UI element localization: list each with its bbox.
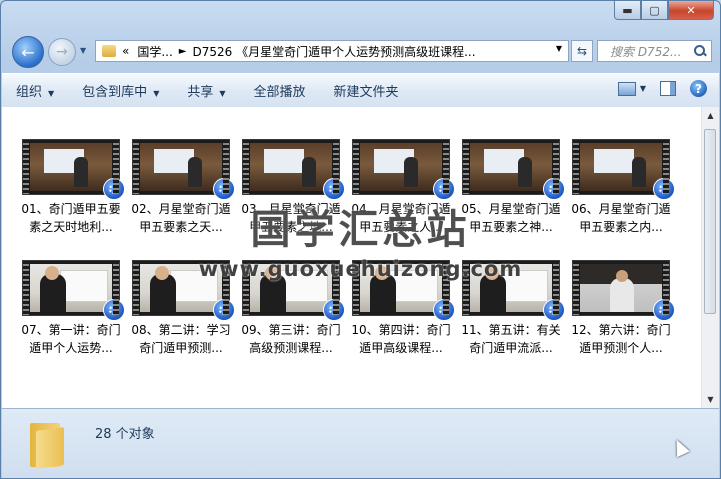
folder-icon xyxy=(30,423,64,469)
video-thumbnail[interactable] xyxy=(242,139,345,200)
explorer-window: ▬ ▢ ✕ ← → ▼ « 国学... ► D7526 《月星堂奇门遁甲个人运势… xyxy=(0,0,721,479)
media-player-icon xyxy=(323,178,345,200)
address-bar[interactable]: « 国学... ► D7526 《月星堂奇门遁甲个人运势预测高级班课程... ▼ xyxy=(95,40,569,62)
media-player-icon xyxy=(323,299,345,321)
video-thumbnail[interactable] xyxy=(242,260,345,321)
file-name: 03、月星堂奇门遁甲五要素之地... xyxy=(241,202,341,234)
file-name: 04、月星堂奇门遁甲五要素之人... xyxy=(351,202,451,234)
organize-label: 组织 xyxy=(16,85,43,100)
media-player-icon xyxy=(433,299,455,321)
maximize-button[interactable]: ▢ xyxy=(641,1,668,20)
file-name: 05、月星堂奇门遁甲五要素之神... xyxy=(461,202,561,234)
file-item[interactable]: 09、第三讲：奇门高级预测课程... xyxy=(236,260,346,357)
video-thumbnail[interactable] xyxy=(352,139,455,200)
item-count: 28 个对象 xyxy=(95,427,155,442)
video-thumbnail[interactable] xyxy=(132,139,235,200)
video-thumbnail[interactable] xyxy=(132,260,235,321)
file-name: 11、第五讲：有关奇门遁甲流派... xyxy=(461,323,561,355)
video-thumbnail[interactable] xyxy=(352,260,455,321)
file-name: 09、第三讲：奇门高级预测课程... xyxy=(241,323,341,355)
close-button[interactable]: ✕ xyxy=(668,1,714,20)
details-pane: 28 个对象 xyxy=(2,408,719,478)
folder-icon xyxy=(102,45,116,57)
file-item[interactable]: 11、第五讲：有关奇门遁甲流派... xyxy=(456,260,566,357)
media-player-icon xyxy=(103,178,125,200)
search-box[interactable]: 搜索 D752... xyxy=(597,40,712,62)
media-player-icon xyxy=(653,299,675,321)
play-all-button[interactable]: 全部播放 xyxy=(240,81,320,100)
history-dropdown-icon[interactable]: ▼ xyxy=(80,46,86,55)
video-thumbnail[interactable] xyxy=(22,139,125,200)
minimize-button[interactable]: ▬ xyxy=(614,1,641,20)
video-thumbnail[interactable] xyxy=(572,260,675,321)
file-item[interactable]: 03、月星堂奇门遁甲五要素之地... xyxy=(236,139,346,236)
search-input[interactable]: 搜索 D752... xyxy=(598,43,693,60)
share-label: 共享 xyxy=(187,85,214,100)
preview-pane-icon[interactable] xyxy=(660,81,676,96)
address-chevron[interactable]: « xyxy=(122,44,129,58)
command-bar: 组织 ▼ 包含到库中 ▼ 共享 ▼ 全部播放 新建文件夹 ▼ ? xyxy=(2,73,719,108)
scroll-down-icon[interactable]: ▼ xyxy=(702,391,719,408)
refresh-icon: ⇆ xyxy=(576,44,588,58)
file-item[interactable]: 10、第四讲：奇门遁甲高级课程... xyxy=(346,260,456,357)
chevron-down-icon: ▼ xyxy=(48,89,55,98)
scrollbar-thumb[interactable] xyxy=(704,129,716,314)
file-grid: 01、奇门遁甲五要素之天时地利... 02、月星堂奇门遁甲五要素之天... 03、月… xyxy=(16,139,676,357)
file-item[interactable]: 05、月星堂奇门遁甲五要素之神... xyxy=(456,139,566,236)
share-menu[interactable]: 共享 ▼ xyxy=(173,81,239,100)
video-thumbnail[interactable] xyxy=(462,139,565,200)
include-in-library-label: 包含到库中 xyxy=(82,85,148,100)
breadcrumb-0[interactable]: 国学... xyxy=(137,43,172,60)
organize-menu[interactable]: 组织 ▼ xyxy=(2,81,68,100)
file-item[interactable]: 12、第六讲：奇门遁甲预测个人... xyxy=(566,260,676,357)
file-item[interactable]: 02、月星堂奇门遁甲五要素之天... xyxy=(126,139,236,236)
address-dropdown-icon[interactable]: ▼ xyxy=(556,44,562,53)
media-player-icon xyxy=(103,299,125,321)
media-player-icon xyxy=(543,178,565,200)
help-icon[interactable]: ? xyxy=(690,80,707,97)
refresh-button[interactable]: ⇆ xyxy=(571,40,593,62)
toolbar-right: ▼ ? xyxy=(617,80,707,97)
file-name: 08、第二讲：学习奇门遁甲预测... xyxy=(131,323,231,355)
media-player-icon xyxy=(543,299,565,321)
file-name: 07、第一讲：奇门遁甲个人运势... xyxy=(21,323,121,355)
include-in-library-menu[interactable]: 包含到库中 ▼ xyxy=(68,81,173,100)
media-player-icon xyxy=(213,178,235,200)
vertical-scrollbar[interactable]: ▲ ▼ xyxy=(701,107,719,408)
search-icon[interactable] xyxy=(693,44,707,58)
media-player-icon xyxy=(433,178,455,200)
chevron-down-icon: ▼ xyxy=(219,89,226,98)
back-button[interactable]: ← xyxy=(12,36,44,68)
new-folder-button[interactable]: 新建文件夹 xyxy=(320,81,413,100)
breadcrumb-separator-icon[interactable]: ► xyxy=(179,46,187,57)
file-item[interactable]: 01、奇门遁甲五要素之天时地利... xyxy=(16,139,126,236)
file-list-view: 01、奇门遁甲五要素之天时地利... 02、月星堂奇门遁甲五要素之天... 03、月… xyxy=(2,107,719,408)
change-view-icon[interactable] xyxy=(617,81,636,96)
video-thumbnail[interactable] xyxy=(572,139,675,200)
file-name: 02、月星堂奇门遁甲五要素之天... xyxy=(131,202,231,234)
window-controls: ▬ ▢ ✕ xyxy=(614,1,714,20)
video-thumbnail[interactable] xyxy=(462,260,565,321)
file-item[interactable]: 04、月星堂奇门遁甲五要素之人... xyxy=(346,139,456,236)
breadcrumb-1[interactable]: D7526 《月星堂奇门遁甲个人运势预测高级班课程... xyxy=(193,43,476,60)
file-name: 01、奇门遁甲五要素之天时地利... xyxy=(21,202,121,234)
chevron-down-icon: ▼ xyxy=(153,89,160,98)
file-item[interactable]: 08、第二讲：学习奇门遁甲预测... xyxy=(126,260,236,357)
navigation-bar: ← → ▼ « 国学... ► D7526 《月星堂奇门遁甲个人运势预测高级班课… xyxy=(1,33,720,69)
media-player-icon xyxy=(653,178,675,200)
view-dropdown-icon[interactable]: ▼ xyxy=(640,84,646,93)
file-name: 06、月星堂奇门遁甲五要素之内... xyxy=(571,202,671,234)
file-name: 12、第六讲：奇门遁甲预测个人... xyxy=(571,323,671,355)
forward-button[interactable]: → xyxy=(48,38,76,66)
video-thumbnail[interactable] xyxy=(22,260,125,321)
media-player-icon xyxy=(213,299,235,321)
file-item[interactable]: 07、第一讲：奇门遁甲个人运势... xyxy=(16,260,126,357)
file-item[interactable]: 06、月星堂奇门遁甲五要素之内... xyxy=(566,139,676,236)
scroll-up-icon[interactable]: ▲ xyxy=(702,107,719,124)
file-name: 10、第四讲：奇门遁甲高级课程... xyxy=(351,323,451,355)
